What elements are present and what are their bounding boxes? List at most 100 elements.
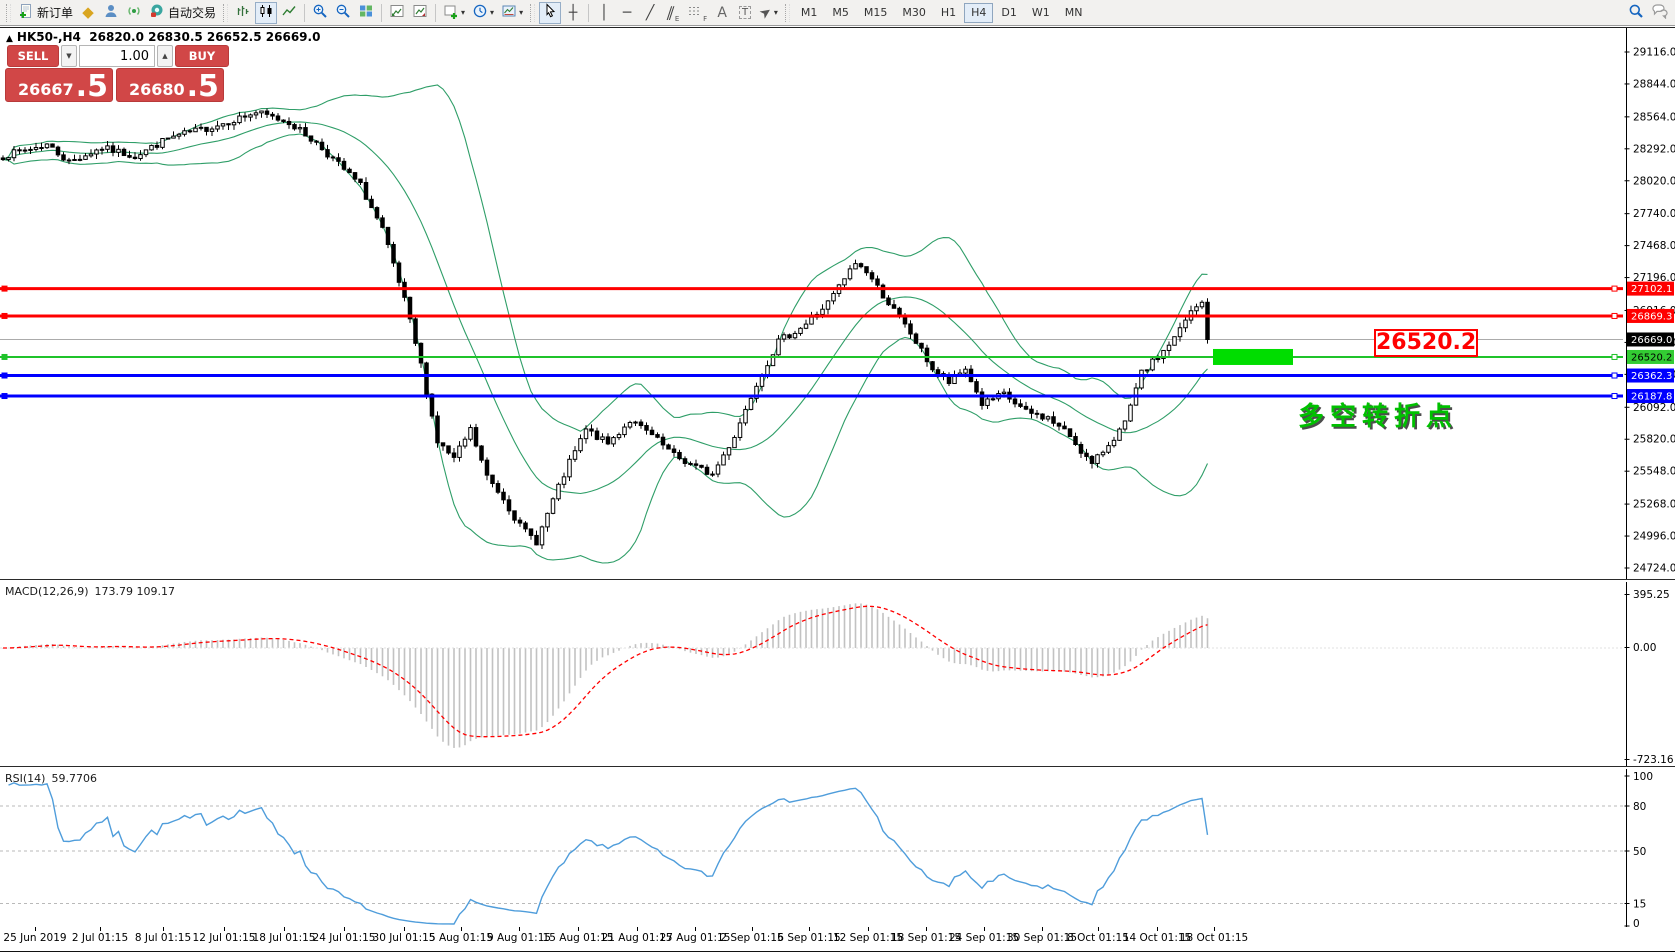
timeframe-m15-button[interactable]: M15: [857, 3, 895, 23]
toolbar-grip[interactable]: [223, 4, 228, 22]
volume-input[interactable]: [79, 45, 155, 67]
rsi-line: [9, 783, 1208, 924]
line-chart-button[interactable]: [278, 2, 300, 24]
volume-decrease-button[interactable]: ▼: [61, 45, 77, 67]
indicator-window-right-button[interactable]: [409, 2, 431, 24]
time-axis-tick: [809, 927, 810, 931]
cursor-button[interactable]: [539, 2, 561, 24]
text-icon: A: [717, 6, 727, 20]
quote-line[interactable]: ▲HK50-,H4 26820.0 26830.5 26652.5 26669.…: [6, 30, 320, 44]
time-axis-label: 18 Oct 01:15: [1180, 932, 1248, 944]
fibonacci-button[interactable]: F: [685, 2, 710, 24]
svg-text:26092.0: 26092.0: [1633, 402, 1675, 414]
timeframe-m1-button[interactable]: M1: [794, 3, 825, 23]
timeframe-m5-button[interactable]: M5: [825, 3, 856, 23]
new-order-button[interactable]: 新订单: [15, 2, 76, 24]
macd-axis: 395.250.00-723.16: [1625, 582, 1674, 766]
macd-panel[interactable]: 395.250.00-723.16 MACD(12,26,9)173.79 10…: [0, 582, 1675, 766]
indicator-window-right-icon: [412, 3, 428, 23]
main-chart-panel[interactable]: 29116.028844.028564.028292.028020.027740…: [0, 28, 1675, 579]
rsi-levels: [0, 806, 1623, 904]
new-chart-button[interactable]: ▾: [440, 2, 468, 24]
dropdown-arrow-icon: ▾: [461, 8, 465, 17]
time-axis-label: 25 Jun 2019: [3, 932, 66, 944]
indicator-window-button[interactable]: [386, 2, 408, 24]
main-toolbar: 新订单 ◆ 自动交易: [0, 0, 1675, 26]
time-axis-tick: [404, 927, 405, 931]
macd-histogram: [2, 603, 1208, 748]
macd-name: MACD(12,26,9): [5, 585, 89, 598]
zoom-out-button[interactable]: [332, 2, 354, 24]
template-icon: [501, 3, 517, 23]
zoom-out-icon: [335, 3, 351, 23]
autotrade-button[interactable]: 自动交易: [146, 2, 219, 24]
trade-panel-prices: 26667.5 26680.5: [5, 68, 223, 102]
time-axis-tick: [1098, 927, 1099, 931]
sell-price-button[interactable]: 26667.5: [5, 68, 113, 102]
search-button[interactable]: [1625, 2, 1647, 24]
candlestick-chart-button[interactable]: [255, 2, 277, 24]
channel-button[interactable]: ∥ E: [662, 2, 684, 24]
crosshair-button[interactable]: ┼: [562, 2, 584, 24]
bar-chart-button[interactable]: [232, 2, 254, 24]
profile-button[interactable]: [100, 2, 122, 24]
svg-text:80: 80: [1633, 801, 1646, 813]
timeframe-m30-button[interactable]: M30: [895, 3, 933, 23]
time-axis[interactable]: 25 Jun 20192 Jul 01:158 Jul 01:1512 Jul …: [0, 927, 1675, 952]
fibonacci-icon: [688, 4, 702, 22]
svg-text:26362.3: 26362.3: [1631, 371, 1672, 382]
toolbar-grip[interactable]: [6, 4, 11, 22]
buy-button[interactable]: BUY: [175, 45, 229, 67]
timeframe-h1-button[interactable]: H1: [934, 3, 963, 23]
time-axis-tick: [752, 927, 753, 931]
volume-increase-button[interactable]: ▲: [157, 45, 173, 67]
toolbar-separator: [588, 4, 589, 22]
svg-text:26869.3: 26869.3: [1631, 311, 1672, 322]
signal-icon: [126, 3, 142, 23]
text-label-button[interactable]: T: [734, 2, 756, 24]
buy-price-button[interactable]: 26680.5: [116, 68, 224, 102]
time-axis-tick: [284, 927, 285, 931]
arrows-button[interactable]: ➤ ▾: [757, 2, 781, 24]
svg-text:28292.0: 28292.0: [1633, 143, 1675, 155]
tile-windows-icon: [358, 3, 374, 23]
zoom-in-button[interactable]: [309, 2, 331, 24]
time-axis-label: 24 Jul 01:15: [313, 932, 376, 944]
time-axis-tick: [163, 927, 164, 931]
svg-text:28564.0: 28564.0: [1633, 111, 1675, 123]
time-axis-label: 12 Jul 01:15: [193, 932, 256, 944]
time-axis-tick: [695, 927, 696, 931]
signal-button[interactable]: [123, 2, 145, 24]
timeframe-w1-button[interactable]: W1: [1025, 3, 1057, 23]
tile-windows-button[interactable]: [355, 2, 377, 24]
time-axis-tick: [1042, 927, 1043, 931]
timeframe-h4-button[interactable]: H4: [964, 3, 993, 23]
support-highlight-bar[interactable]: [1213, 349, 1293, 365]
template-button[interactable]: ▾: [498, 2, 526, 24]
rsi-panel[interactable]: 1008050150 RSI(14)59.7706: [0, 769, 1675, 927]
toolbar-grip[interactable]: [530, 4, 535, 22]
text-button[interactable]: A: [711, 2, 733, 24]
timeframe-mn-button[interactable]: MN: [1058, 3, 1090, 23]
autotrade-icon: [149, 3, 165, 23]
time-axis-tick: [984, 927, 985, 931]
time-axis-tick: [35, 927, 36, 931]
trendline-button[interactable]: ╱: [639, 2, 661, 24]
time-axis-label: 8 Oct 01:15: [1067, 932, 1129, 944]
timeframe-d1-button[interactable]: D1: [994, 3, 1023, 23]
bollinger-bands: [3, 85, 1208, 563]
trade-panel-row: SELL ▼ ▲ BUY: [7, 45, 229, 67]
autotrade-label: 自动交易: [168, 4, 216, 21]
turning-point-annotation[interactable]: 多空转折点: [1298, 396, 1458, 433]
sell-button[interactable]: SELL: [7, 45, 59, 67]
vertical-line-button[interactable]: │: [593, 2, 615, 24]
chat-button[interactable]: [1648, 2, 1672, 24]
market-button[interactable]: ◆: [77, 2, 99, 24]
period-button[interactable]: ▾: [469, 2, 497, 24]
price-callout-label[interactable]: 26520.2: [1374, 329, 1478, 357]
time-axis-tick: [519, 927, 520, 931]
toolbar-grip[interactable]: [785, 4, 790, 22]
horizontal-line-button[interactable]: ─: [616, 2, 638, 24]
collapse-panel-icon[interactable]: ▲: [6, 34, 13, 44]
indicator-window-icon: [389, 3, 405, 23]
